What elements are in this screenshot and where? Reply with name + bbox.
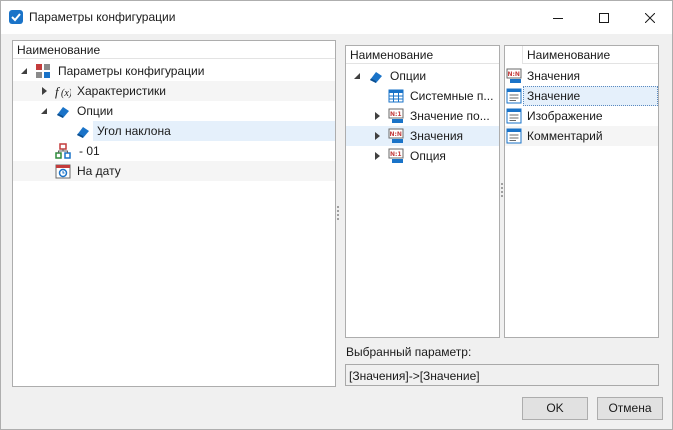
list-row-image[interactable]: Изображение: [505, 106, 658, 126]
svg-text:(x): (x): [61, 88, 71, 99]
window-title: Параметры конфигурации: [29, 10, 176, 24]
tree-row-options[interactable]: Опции: [346, 66, 499, 86]
tree-item-label: Значения: [410, 129, 464, 143]
tree-item-label: Угол наклона: [97, 124, 171, 138]
tree-row-on-date[interactable]: На дату: [13, 161, 335, 181]
tree-row-options[interactable]: Опции: [13, 101, 335, 121]
field-icon: [506, 108, 522, 124]
maximize-icon: [599, 12, 609, 23]
collapsed-arrow-icon[interactable]: [372, 111, 382, 121]
tree-item-label: На дату: [77, 164, 121, 178]
option-book-icon: [57, 107, 69, 118]
field-icon: [506, 88, 522, 104]
list-row-value[interactable]: Значение: [505, 86, 658, 106]
collapsed-arrow-icon[interactable]: [372, 151, 382, 161]
title-bar[interactable]: Параметры конфигурации: [1, 1, 672, 34]
list-item-label: Значение: [527, 89, 581, 103]
list-row-values[interactable]: N:N Значения: [505, 66, 658, 86]
field-icon: [506, 128, 522, 144]
maximize-button[interactable]: [581, 1, 627, 34]
svg-text:N:N: N:N: [508, 71, 520, 78]
hierarchy-icon: [55, 143, 71, 159]
svg-text:N:1: N:1: [390, 151, 402, 158]
tree-row-config-params[interactable]: Параметры конфигурации: [13, 61, 335, 81]
configuration-tree-panel[interactable]: Наименование Параметры конфигурации f (x…: [12, 40, 336, 387]
tree-row-option[interactable]: N:1 Опция: [346, 146, 499, 166]
nn-relation-icon: N:N: [506, 68, 522, 83]
tree-item-label: Опции: [390, 69, 427, 83]
column-header-name[interactable]: Наименование: [346, 46, 499, 64]
option-book-icon: [370, 72, 382, 83]
tree-item-label: Параметры конфигурации: [58, 64, 205, 78]
collapsed-arrow-icon[interactable]: [372, 131, 382, 141]
tree-item-label: - 01: [79, 144, 100, 158]
function-icon: f (x): [55, 84, 71, 99]
minimize-button[interactable]: [535, 1, 581, 34]
tree-row-tilt-angle[interactable]: Угол наклона: [13, 121, 335, 141]
tree-row-values[interactable]: N:N Значения: [346, 126, 499, 146]
tree-row-01[interactable]: - 01: [13, 141, 335, 161]
table-icon: [388, 89, 404, 103]
ok-button[interactable]: OK: [522, 397, 588, 420]
expanded-arrow-icon[interactable]: [352, 71, 362, 81]
dialog-window: Параметры конфигурации Наименование Пара…: [0, 0, 673, 430]
selected-parameter-label: Выбранный параметр:: [346, 345, 472, 359]
fields-list-panel[interactable]: Наименование N:N Значения Значение Изобр…: [504, 45, 659, 338]
expanded-arrow-icon[interactable]: [19, 66, 29, 76]
tree-item-label: Характеристики: [77, 84, 166, 98]
tree-item-label: Значение по...: [410, 109, 490, 123]
list-row-comment[interactable]: Комментарий: [505, 126, 658, 146]
svg-text:N:N: N:N: [390, 131, 402, 138]
config-grid-icon: [36, 64, 50, 78]
close-button[interactable]: [627, 1, 673, 34]
tree-row-system-params[interactable]: Системные п...: [346, 86, 499, 106]
option-book-icon: [77, 127, 89, 138]
svg-text:N:1: N:1: [390, 111, 402, 118]
splitter-handle[interactable]: [337, 206, 340, 222]
column-header-name[interactable]: Наименование: [523, 46, 658, 64]
calendar-icon: [55, 164, 71, 179]
tree-item-label: Опции: [77, 104, 114, 118]
minimize-icon: [553, 17, 563, 19]
tree-row-characteristics[interactable]: f (x) Характеристики: [13, 81, 335, 101]
expanded-arrow-icon[interactable]: [39, 106, 49, 116]
cancel-button[interactable]: Отмена: [597, 397, 663, 420]
selected-parameter-field[interactable]: [Значения]->[Значение]: [345, 364, 659, 386]
selected-parameter-value: [Значения]->[Значение]: [349, 369, 480, 383]
collapsed-arrow-icon[interactable]: [39, 86, 49, 96]
n1-relation-icon: N:1: [388, 148, 404, 163]
tree-item-label: Опция: [410, 149, 446, 163]
options-tree-panel[interactable]: Наименование Опции Системные п... N:1 Зн…: [345, 45, 500, 338]
tree-item-label: Системные п...: [410, 89, 494, 103]
list-item-label: Изображение: [527, 109, 603, 123]
app-logo-icon: [9, 10, 23, 24]
n1-relation-icon: N:1: [388, 108, 404, 123]
header-divider: [522, 46, 523, 64]
list-item-label: Значения: [527, 69, 581, 83]
column-header-name[interactable]: Наименование: [13, 41, 335, 59]
list-item-label: Комментарий: [527, 129, 603, 143]
nn-relation-icon: N:N: [388, 128, 404, 143]
tree-row-default-value[interactable]: N:1 Значение по...: [346, 106, 499, 126]
close-icon: [645, 12, 655, 23]
